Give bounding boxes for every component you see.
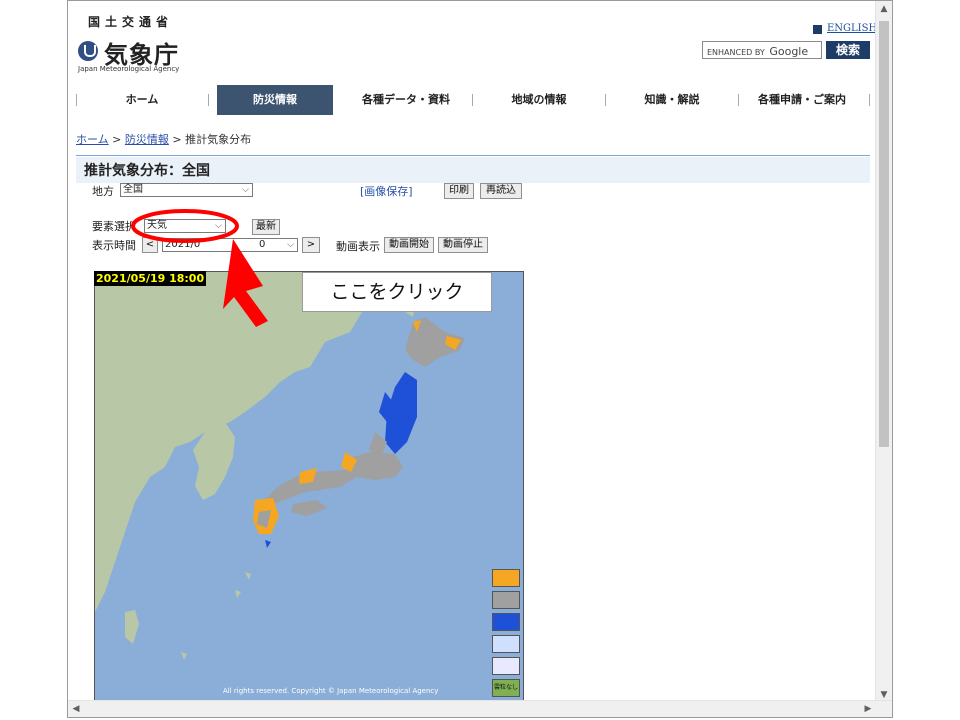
horizontal-scrollbar[interactable]: ◀ ▶ <box>68 700 892 717</box>
scrollbar-corner <box>876 701 892 717</box>
vertical-scrollbar[interactable]: ▲ ▼ <box>875 1 892 703</box>
browser-viewport: 国土交通省 気象庁 Japan Meteorological Agency EN… <box>67 0 893 718</box>
highlight-ellipse <box>131 209 239 243</box>
scroll-right-icon[interactable]: ▶ <box>860 701 876 717</box>
pointer-arrow-icon <box>223 239 268 327</box>
vertical-scroll-thumb[interactable] <box>879 21 889 447</box>
scroll-left-icon[interactable]: ◀ <box>68 701 84 717</box>
scroll-up-icon[interactable]: ▲ <box>876 1 892 17</box>
click-here-callout: ここをクリック <box>302 272 492 312</box>
click-annotation-overlay <box>131 209 268 327</box>
